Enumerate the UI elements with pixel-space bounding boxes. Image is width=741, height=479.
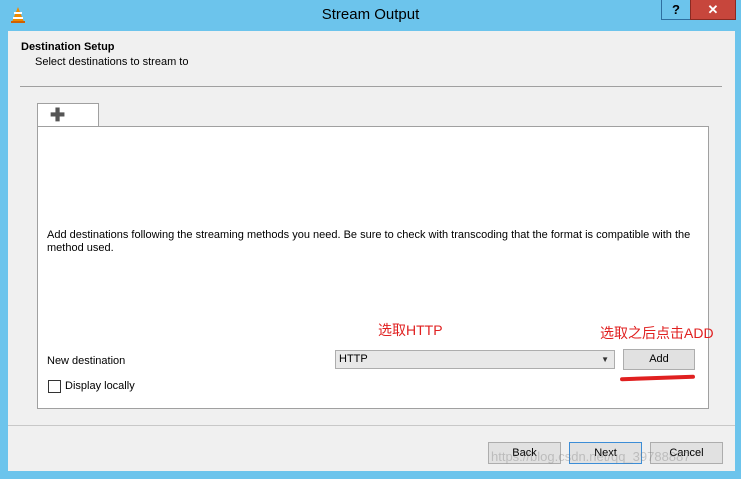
annotation-click-add: 选取之后点击ADD xyxy=(600,325,714,341)
page-subtitle: Select destinations to stream to xyxy=(35,56,189,68)
display-locally-label: Display locally xyxy=(65,380,135,392)
close-button[interactable]: ✕ xyxy=(690,0,736,20)
stream-output-window: Stream Output ? ✕ Destination Setup Sele… xyxy=(0,0,741,479)
wizard-body: Destination Setup Select destinations to… xyxy=(8,31,735,471)
page-title: Destination Setup xyxy=(21,41,115,53)
add-button[interactable]: Add xyxy=(623,349,695,370)
annotation-choose-http: 选取HTTP xyxy=(378,322,443,338)
tab-add-destination[interactable]: ✚ xyxy=(37,103,99,127)
watermark: https://blog.csdn.net/qq_39788887 xyxy=(491,449,691,464)
chevron-down-icon: ▼ xyxy=(601,355,609,364)
new-destination-label: New destination xyxy=(47,355,126,367)
display-locally-checkbox[interactable] xyxy=(48,380,61,393)
window-title: Stream Output xyxy=(321,6,420,23)
destination-select-value: HTTP xyxy=(339,353,368,365)
description-text: Add destinations following the streaming… xyxy=(47,229,691,254)
footer-divider xyxy=(8,425,735,426)
title-bar: Stream Output ? ✕ xyxy=(0,0,741,30)
destination-panel: Add destinations following the streaming… xyxy=(37,126,709,409)
plus-icon: ✚ xyxy=(50,105,66,125)
destination-select[interactable]: HTTP ▼ xyxy=(335,350,615,369)
header-divider xyxy=(20,86,722,87)
help-button[interactable]: ? xyxy=(661,0,691,20)
wizard-header: Destination Setup Select destinations to… xyxy=(8,31,735,87)
